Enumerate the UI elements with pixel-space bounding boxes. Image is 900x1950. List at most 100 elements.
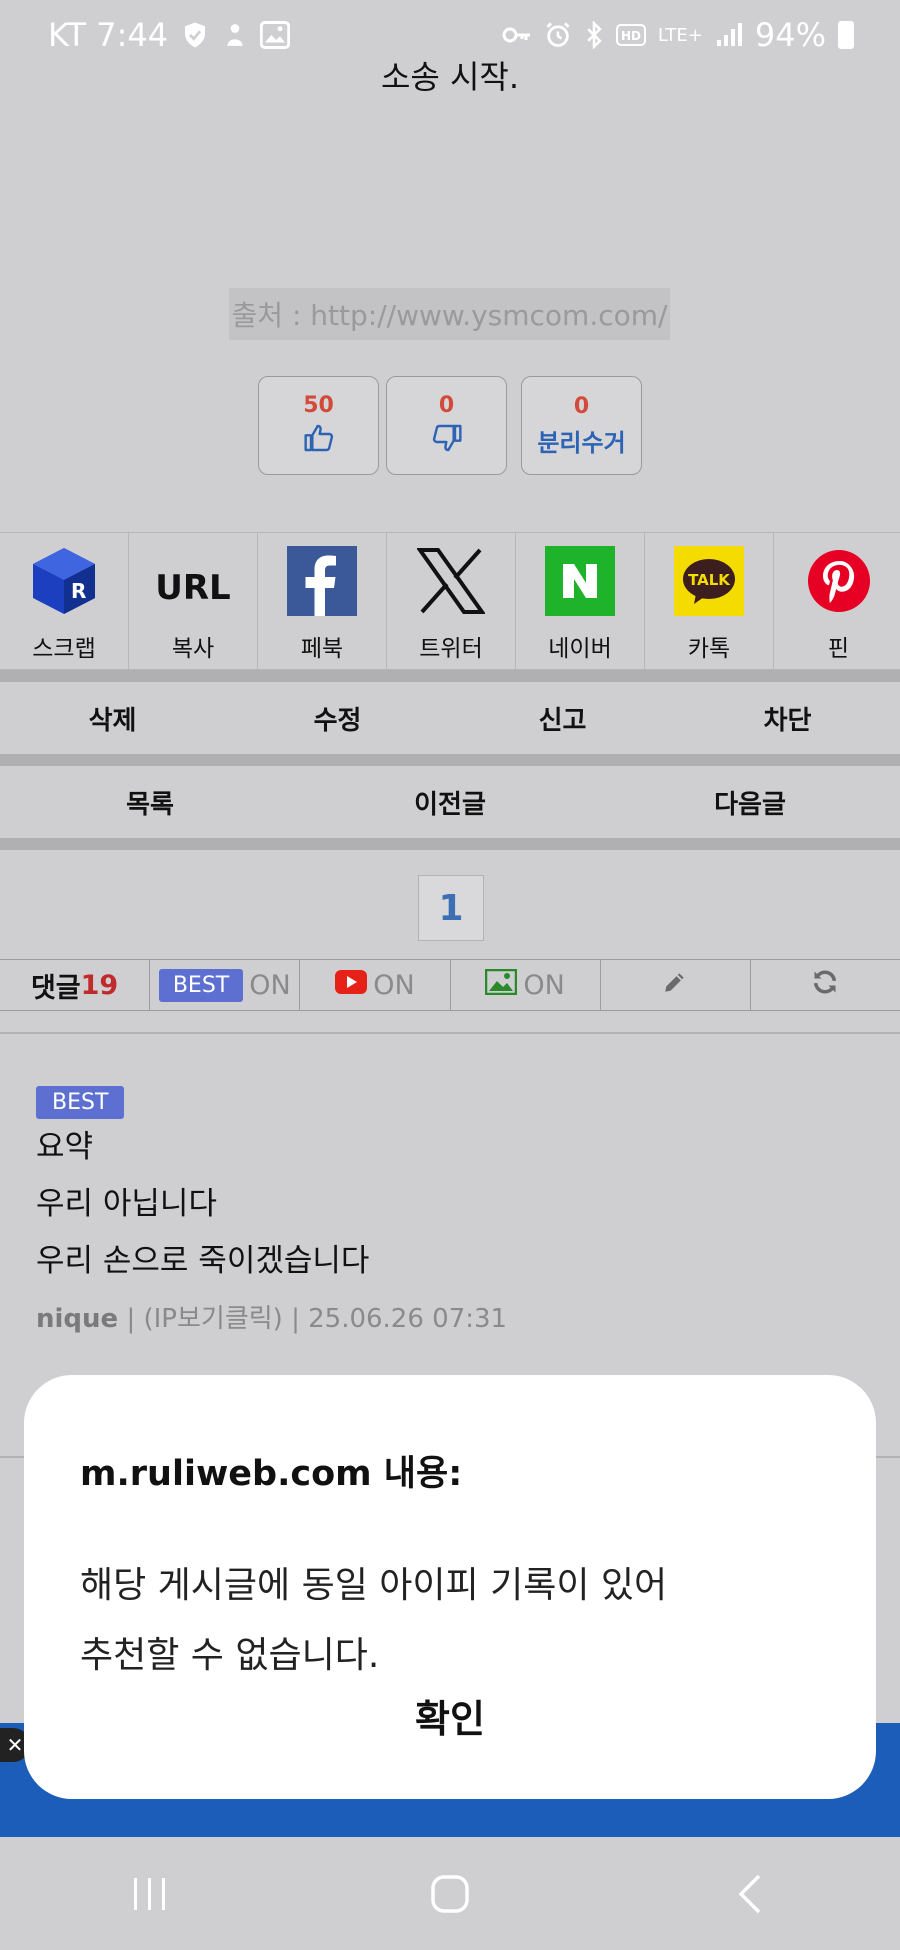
downvote-count: 0	[438, 393, 455, 418]
kakaotalk-icon: TALK	[673, 545, 745, 617]
refresh-button[interactable]	[751, 960, 900, 1010]
share-naver-label: 네이버	[548, 636, 612, 662]
hd-icon: HD	[615, 23, 646, 47]
system-nav-bar	[0, 1837, 900, 1950]
divider	[0, 1032, 900, 1034]
naver-icon	[544, 545, 616, 617]
dialog-ok-button[interactable]: 확인	[24, 1688, 876, 1743]
comment-line: 요약	[36, 1129, 94, 1165]
youtube-icon	[335, 969, 368, 1001]
next-post-button[interactable]: 다음글	[600, 784, 900, 821]
best-comment: BEST 요약 우리 아닙니다 우리 손으로 죽이겠습니다 nique | (I…	[36, 1086, 876, 1335]
share-bar: R 스크랩 URL 복사 페북 트위터 네이버 TALK 카톡 핀	[0, 532, 900, 670]
comment-meta: nique | (IP보기클릭) | 25.06.26 07:31	[36, 1298, 876, 1335]
image-icon	[485, 968, 518, 1002]
recycle-button[interactable]: 0 분리수거	[521, 376, 642, 475]
share-twitter-label: 트위터	[419, 636, 483, 662]
youtube-toggle[interactable]: ON	[300, 960, 451, 1010]
share-facebook[interactable]: 페북	[258, 533, 387, 669]
comment-line: 우리 손으로 죽이겠습니다	[36, 1243, 370, 1279]
dialog-message: 해당 게시글에 동일 아이피 기록이 있어 추천할 수 없습니다.	[80, 1551, 820, 1691]
comment-toolbar: 댓글 19 BEST ON ON ON	[0, 959, 900, 1011]
url-icon: URL	[155, 545, 231, 617]
alert-dialog: m.ruliweb.com 내용: 해당 게시글에 동일 아이피 기록이 있어 …	[24, 1375, 876, 1799]
comment-count: 19	[80, 969, 119, 1001]
comment-line: 우리 아닙니다	[36, 1186, 217, 1222]
upvote-button[interactable]: 50	[258, 376, 379, 475]
svg-text:R: R	[71, 579, 86, 603]
recent-apps-icon	[134, 1877, 165, 1910]
svg-text:HD: HD	[621, 29, 641, 43]
share-url-label: 복사	[171, 636, 215, 662]
battery-percent: 94%	[754, 16, 826, 54]
back-button[interactable]	[700, 1864, 800, 1924]
share-facebook-label: 페북	[300, 636, 344, 662]
meta-separator: |	[126, 1304, 136, 1334]
pinterest-icon	[803, 545, 875, 617]
share-kakaotalk[interactable]: TALK 카톡	[645, 533, 774, 669]
shield-icon	[180, 20, 210, 50]
write-comment-button[interactable]	[601, 960, 751, 1010]
battery-icon	[838, 21, 854, 49]
network-label: LTE+	[657, 24, 703, 46]
person-icon	[222, 20, 248, 50]
share-naver[interactable]: 네이버	[516, 533, 645, 669]
back-icon	[738, 1874, 761, 1913]
dialog-message-line: 추천할 수 없습니다.	[80, 1635, 380, 1676]
post-end-text: 소송 시작.	[380, 58, 520, 96]
page-number[interactable]: 1	[418, 875, 484, 941]
delete-button[interactable]: 삭제	[0, 700, 225, 737]
share-pinterest[interactable]: 핀	[774, 533, 900, 669]
gallery-icon	[260, 21, 291, 49]
recycle-label: 분리수거	[537, 428, 626, 457]
comment-count-tab[interactable]: 댓글 19	[0, 960, 151, 1010]
home-button[interactable]	[400, 1864, 500, 1924]
share-url[interactable]: URL 복사	[129, 533, 258, 669]
home-icon	[431, 1874, 469, 1913]
pencil-icon	[662, 969, 688, 1002]
report-button[interactable]: 신고	[450, 700, 675, 737]
vote-buttons: 50 0 0 분리수거	[0, 376, 900, 476]
upvote-count: 50	[303, 393, 334, 418]
url-text: URL	[155, 568, 231, 608]
share-twitter[interactable]: 트위터	[387, 533, 516, 669]
carrier-time: KT 7:44	[48, 16, 169, 54]
share-pinterest-label: 핀	[827, 636, 850, 662]
block-button[interactable]: 차단	[675, 700, 900, 737]
talk-text: TALK	[688, 571, 731, 589]
best-toggle[interactable]: BEST ON	[150, 960, 301, 1010]
image-toggle[interactable]: ON	[451, 960, 601, 1010]
image-toggle-state: ON	[523, 969, 565, 1001]
thumbs-down-icon	[431, 422, 463, 458]
key-icon	[502, 25, 532, 45]
comment-ip-link[interactable]: (IP보기클릭)	[143, 1304, 282, 1334]
divider	[0, 838, 900, 850]
signal-icon	[715, 22, 743, 48]
source-link[interactable]: 출처 : http://www.ysmcom.com/	[229, 288, 670, 340]
meta-separator: |	[291, 1304, 300, 1334]
recent-apps-button[interactable]	[100, 1864, 200, 1924]
scrap-icon: R	[28, 545, 100, 617]
comment-label: 댓글	[30, 972, 81, 1004]
edit-button[interactable]: 수정	[225, 700, 450, 737]
x-icon	[415, 545, 487, 617]
youtube-toggle-state: ON	[373, 969, 415, 1001]
list-button[interactable]: 목록	[0, 784, 300, 821]
share-scrap[interactable]: R 스크랩	[0, 533, 129, 669]
post-actions-menu: 삭제 수정 신고 차단	[0, 682, 900, 754]
best-comment-badge: BEST	[36, 1086, 125, 1119]
comment-author[interactable]: nique	[36, 1304, 118, 1334]
best-toggle-state: ON	[249, 969, 291, 1001]
prev-post-button[interactable]: 이전글	[300, 784, 600, 821]
facebook-icon	[286, 545, 358, 617]
divider	[0, 670, 900, 682]
alarm-icon	[544, 21, 572, 49]
bluetooth-icon	[584, 21, 604, 49]
share-kakaotalk-label: 카톡	[687, 636, 731, 662]
recycle-count: 0	[573, 393, 590, 419]
comment-date: 25.06.26 07:31	[308, 1304, 508, 1334]
dialog-message-line: 해당 게시글에 동일 아이피 기록이 있어	[80, 1565, 668, 1606]
divider	[0, 754, 900, 766]
thumbs-up-icon	[303, 422, 335, 458]
downvote-button[interactable]: 0	[386, 376, 507, 475]
